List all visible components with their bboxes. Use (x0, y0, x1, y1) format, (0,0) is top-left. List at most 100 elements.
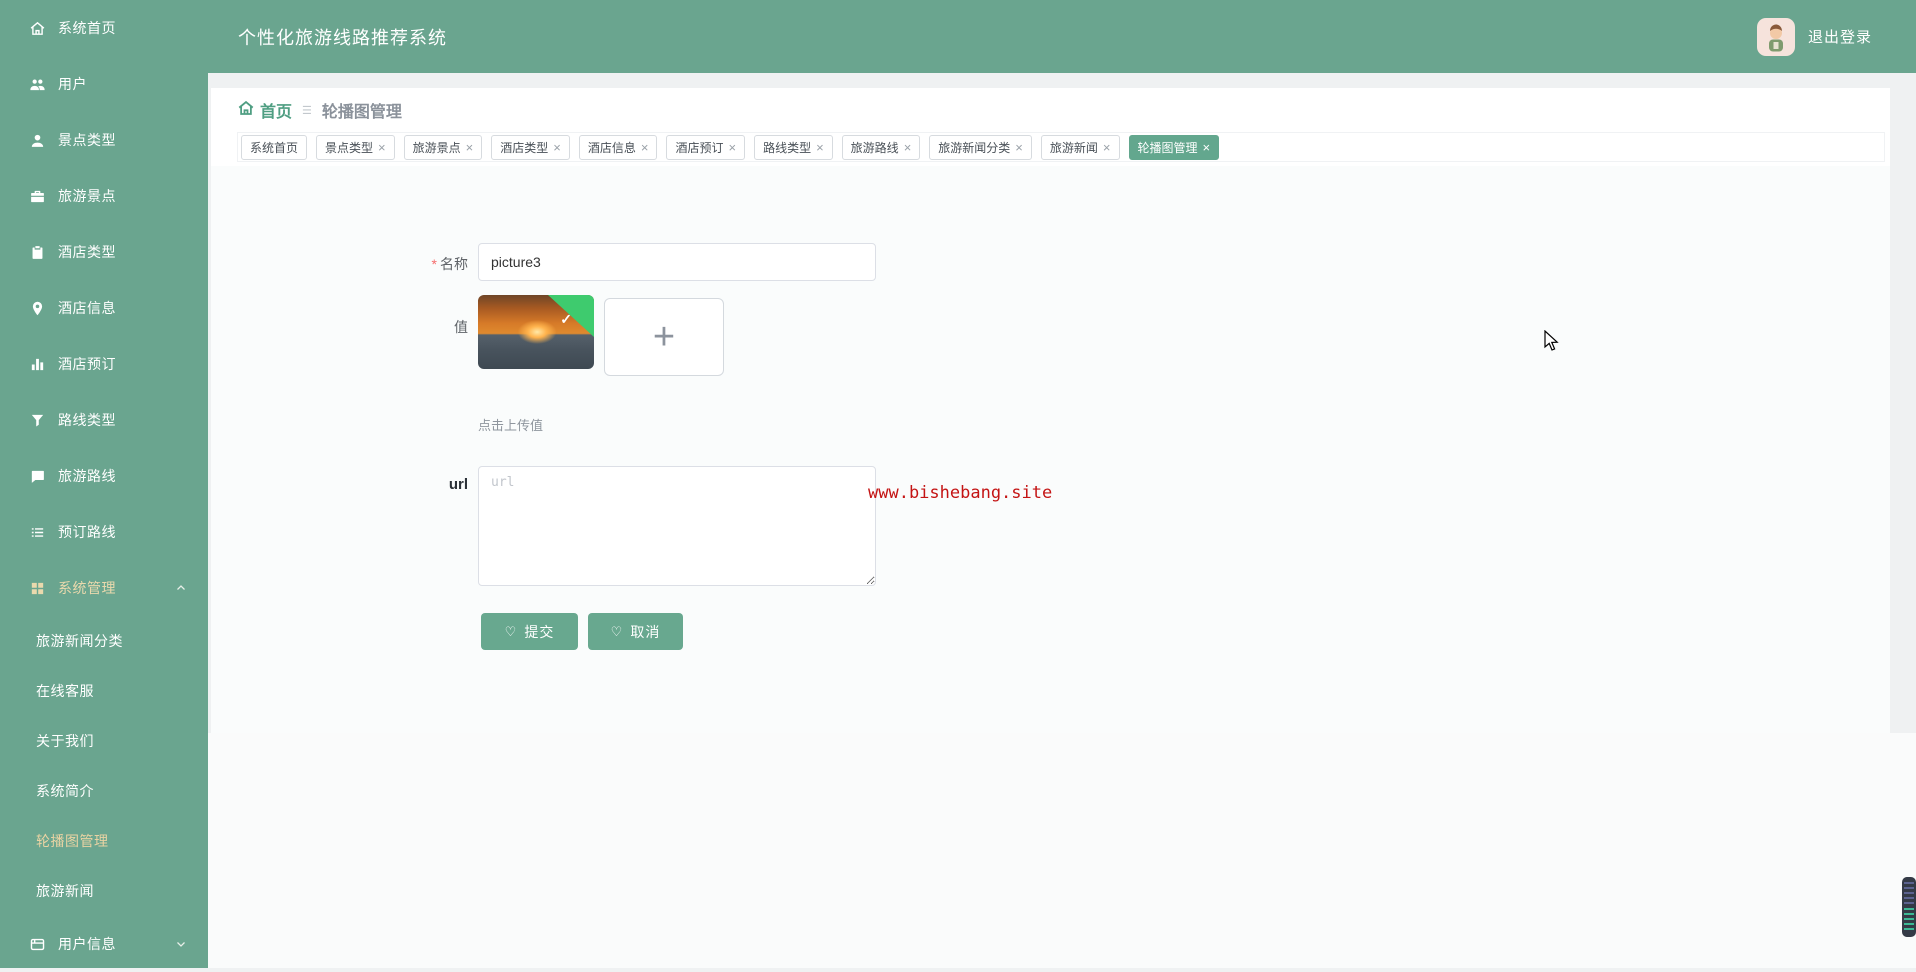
close-icon[interactable]: × (1015, 141, 1023, 154)
tab-label: 酒店预订 (675, 140, 724, 155)
tab-travel-news-category[interactable]: 旅游新闻分类 × (929, 134, 1032, 160)
sidebar-subitem-label: 旅游新闻分类 (36, 633, 123, 649)
sidebar-item-system-management[interactable]: 系统管理 (0, 560, 208, 616)
cancel-button[interactable]: ♡ 取消 (588, 613, 683, 650)
sidebar-subitem-label: 关于我们 (36, 733, 94, 749)
grid-icon (29, 580, 46, 597)
sidebar-subitem-travel-news-category[interactable]: 旅游新闻分类 (0, 616, 208, 666)
sidebar-item-user-info[interactable]: 用户信息 (0, 916, 208, 972)
value-field-label: 值 (361, 317, 468, 337)
bottom-background (208, 733, 1916, 968)
briefcase-icon (29, 188, 46, 205)
close-icon[interactable]: × (1103, 141, 1111, 154)
tab-label: 系统首页 (250, 140, 299, 155)
message-icon (29, 468, 46, 485)
sidebar-item-label: 用户 (58, 76, 87, 92)
sidebar-item-route-type[interactable]: 路线类型 (0, 392, 208, 448)
tab-scenic-type[interactable]: 景点类型 × (316, 134, 395, 160)
sidebar-item-booked-routes[interactable]: 预订路线 (0, 504, 208, 560)
tab-label: 酒店信息 (587, 140, 636, 155)
avatar[interactable] (1756, 17, 1795, 56)
uploaded-image-thumbnail[interactable]: ✓ (478, 295, 594, 369)
sidebar-item-travel-routes[interactable]: 旅游路线 (0, 448, 208, 504)
sidebar-subitem-online-service[interactable]: 在线客服 (0, 666, 208, 716)
sidebar-item-label: 路线类型 (58, 412, 116, 428)
main-card: 首页 ☰ 轮播图管理 系统首页 景点类型 × 旅游景点 × 酒店类型 × 酒店信息 × … (211, 88, 1890, 733)
close-icon[interactable]: × (466, 141, 474, 154)
home-icon (237, 99, 255, 122)
sidebar-item-label: 预订路线 (58, 524, 116, 540)
tab-hotel-info[interactable]: 酒店信息 × (578, 134, 658, 160)
close-icon[interactable]: × (641, 141, 649, 154)
tab-carousel-management[interactable]: 轮播图管理 × (1128, 134, 1220, 160)
close-icon[interactable]: × (904, 141, 912, 154)
tab-label: 旅游新闻分类 (938, 140, 1011, 155)
sidebar-item-hotel-booking[interactable]: 酒店预订 (0, 336, 208, 392)
name-label-text: 名称 (440, 256, 468, 272)
sidebar-item-label: 系统首页 (58, 20, 116, 36)
list-icon (29, 524, 46, 541)
close-icon[interactable]: × (1203, 141, 1211, 154)
sidebar-item-label: 酒店信息 (58, 300, 116, 316)
chevron-up-icon (175, 582, 187, 594)
upload-button[interactable]: + (604, 298, 724, 376)
close-icon[interactable]: × (728, 141, 736, 154)
close-icon[interactable]: × (378, 141, 386, 154)
heart-icon: ♡ (504, 623, 518, 639)
sidebar-subitem-carousel-management[interactable]: 轮播图管理 (0, 816, 208, 866)
heart-icon: ♡ (610, 623, 624, 639)
close-icon[interactable]: × (816, 141, 824, 154)
tab-label: 路线类型 (763, 140, 812, 155)
sidebar-subitem-about-us[interactable]: 关于我们 (0, 716, 208, 766)
breadcrumb-home-link[interactable]: 首页 (237, 98, 292, 122)
sidebar-item-scenic-type[interactable]: 景点类型 (0, 112, 208, 168)
plus-icon: + (652, 316, 676, 358)
header-user-area: 退出登录 (1756, 17, 1872, 56)
sidebar-item-scenic-spots[interactable]: 旅游景点 (0, 168, 208, 224)
close-icon[interactable]: × (553, 141, 561, 154)
submit-label: 提交 (524, 623, 555, 640)
sidebar-subitem-travel-news[interactable]: 旅游新闻 (0, 866, 208, 916)
submit-button[interactable]: ♡ 提交 (481, 613, 578, 650)
name-field-label: * 名称 (361, 254, 468, 274)
form-area-background (211, 166, 1890, 733)
sidebar-item-users[interactable]: 用户 (0, 56, 208, 112)
name-input[interactable] (478, 243, 876, 281)
tab-travel-routes[interactable]: 旅游路线 × (841, 134, 921, 160)
sidebar-item-hotel-type[interactable]: 酒店类型 (0, 224, 208, 280)
tab-route-type[interactable]: 路线类型 × (754, 134, 833, 160)
upload-hint: 点击上传值 (478, 418, 544, 433)
tab-travel-news[interactable]: 旅游新闻 × (1040, 134, 1120, 160)
sidebar-item-system-home[interactable]: 系统首页 (0, 0, 208, 56)
sidebar-item-label: 用户信息 (58, 936, 116, 952)
sidebar-item-label: 旅游景点 (58, 188, 116, 204)
tab-hotel-type[interactable]: 酒店类型 × (491, 134, 570, 160)
home-icon (29, 20, 46, 37)
check-icon: ✓ (560, 311, 572, 327)
sidebar-item-label: 酒店类型 (58, 244, 116, 260)
sidebar-subitem-label: 轮播图管理 (36, 833, 109, 849)
location-pin-icon (29, 300, 46, 317)
users-icon (29, 76, 46, 93)
watermark-text: www.bishebang.site (868, 483, 1053, 503)
sidebar: 系统首页 用户 景点类型 旅游景点 酒店类型 酒店信息 酒店预订 路线类型 旅游… (0, 0, 208, 968)
sidebar-item-hotel-info[interactable]: 酒店信息 (0, 280, 208, 336)
tab-strip: 系统首页 景点类型 × 旅游景点 × 酒店类型 × 酒店信息 × 酒店预订 × 路线类型 ×… (237, 132, 1885, 162)
tab-label: 景点类型 (325, 140, 374, 155)
url-textarea[interactable] (478, 466, 876, 586)
clipboard-icon (29, 244, 46, 261)
tab-label: 酒店类型 (500, 140, 549, 155)
value-label-text: 值 (454, 319, 468, 335)
breadcrumb-current: 轮播图管理 (321, 104, 402, 121)
bar-chart-icon (29, 356, 46, 373)
scrollbar-thumb[interactable] (1902, 877, 1916, 937)
required-asterisk: * (431, 256, 437, 272)
logout-button[interactable]: 退出登录 (1808, 26, 1872, 47)
sidebar-subitem-system-intro[interactable]: 系统简介 (0, 766, 208, 816)
person-icon (29, 132, 46, 149)
tab-system-home[interactable]: 系统首页 (241, 134, 308, 160)
chevron-down-icon (175, 938, 187, 950)
sidebar-subitem-label: 在线客服 (36, 683, 94, 699)
tab-hotel-booking[interactable]: 酒店预订 × (666, 134, 746, 160)
tab-scenic-spots[interactable]: 旅游景点 × (403, 134, 483, 160)
